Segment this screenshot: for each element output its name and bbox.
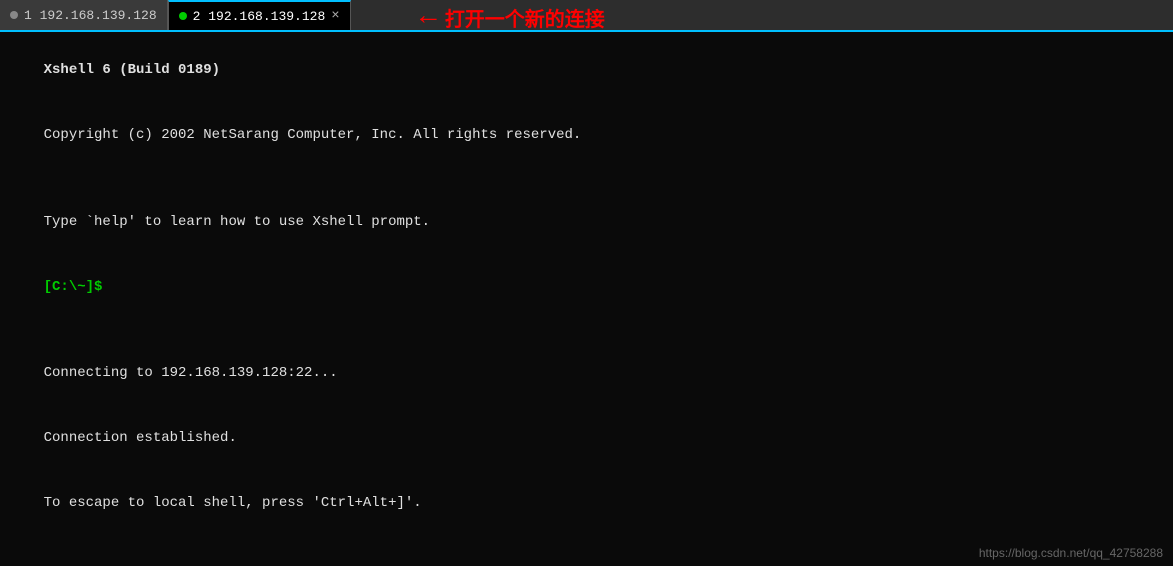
terminal-line-7: Connection established. — [10, 407, 1163, 472]
terminal-body: Xshell 6 (Build 0189) Copyright (c) 2002… — [0, 32, 1173, 566]
tab-1[interactable]: 1 192.168.139.128 — [0, 0, 168, 30]
tab-dot-2 — [179, 12, 187, 20]
terminal-line-4: Type `help' to learn how to use Xshell p… — [10, 190, 1163, 255]
tab-annotation: ← 打开一个新的连接 — [420, 2, 605, 33]
red-arrow-icon: ← — [420, 2, 437, 33]
terminal-line-1: Xshell 6 (Build 0189) — [10, 38, 1163, 103]
tab-dot-1 — [10, 11, 18, 19]
tab-bar: 1 192.168.139.128 2 192.168.139.128 × ← … — [0, 0, 1173, 32]
watermark: https://blog.csdn.net/qq_42758288 — [979, 546, 1163, 560]
terminal-line-3 — [10, 168, 1163, 190]
terminal-line-8: To escape to local shell, press 'Ctrl+Al… — [10, 472, 1163, 537]
tab-1-label: 1 192.168.139.128 — [24, 8, 157, 23]
tab-2-label: 2 192.168.139.128 — [193, 9, 326, 24]
tab-annotation-text: 打开一个新的连接 — [445, 3, 605, 32]
tab-2[interactable]: 2 192.168.139.128 × — [168, 0, 351, 30]
tab-close-button[interactable]: × — [331, 8, 339, 24]
terminal-prompt-1: [C:\~]$ — [10, 255, 1163, 320]
terminal-line-2: Copyright (c) 2002 NetSarang Computer, I… — [10, 103, 1163, 168]
terminal-line-6: Connecting to 192.168.139.128:22... — [10, 342, 1163, 407]
terminal-blank-1 — [10, 320, 1163, 342]
